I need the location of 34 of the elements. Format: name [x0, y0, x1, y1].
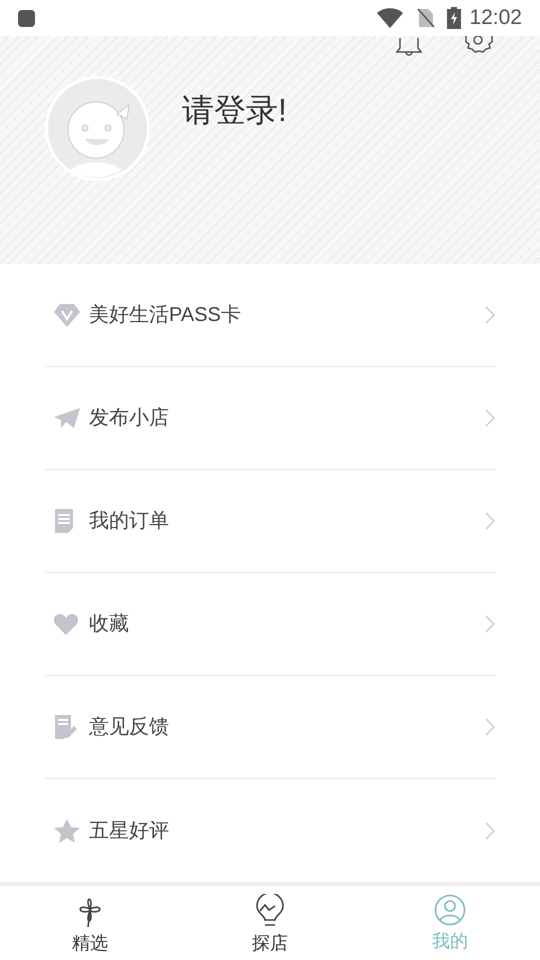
nav-tab[interactable]: 精选	[0, 886, 180, 960]
star-icon	[53, 818, 81, 844]
no-sim-icon	[417, 8, 436, 28]
user-icon	[434, 894, 466, 926]
chevron-right-icon	[485, 409, 495, 427]
login-prompt[interactable]: 请登录!	[182, 86, 287, 134]
menu-item[interactable]: 发布小店	[45, 367, 495, 470]
clock: 12:02	[469, 5, 522, 32]
menu-label: 五星好评	[89, 818, 169, 844]
document-icon	[53, 508, 75, 534]
menu-item[interactable]: 意见反馈	[45, 676, 495, 779]
menu-item[interactable]: 美好生活PASS卡	[45, 264, 495, 367]
chevron-right-icon	[485, 718, 495, 736]
battery-icon	[447, 7, 462, 29]
lightbulb-icon	[254, 894, 286, 928]
heart-icon	[53, 612, 79, 636]
wifi-icon	[377, 8, 404, 28]
nav-tab[interactable]: 探店	[180, 886, 360, 960]
menu-label: 我的订单	[89, 509, 169, 534]
bell-icon[interactable]	[394, 36, 424, 56]
chevron-right-icon	[485, 512, 495, 530]
chevron-right-icon	[485, 615, 495, 633]
menu-item[interactable]: 收藏	[45, 573, 495, 676]
menu-label: 发布小店	[89, 406, 169, 431]
menu-label: 美好生活PASS卡	[89, 303, 241, 328]
edit-document-icon	[53, 714, 79, 740]
menu-label: 收藏	[89, 612, 129, 637]
chevron-right-icon	[485, 822, 495, 840]
paper-plane-icon	[53, 406, 81, 430]
menu-label: 意见反馈	[89, 715, 169, 740]
diamond-icon	[53, 302, 81, 328]
menu-item[interactable]: 我的订单	[45, 470, 495, 573]
chevron-right-icon	[485, 306, 495, 324]
menu-item[interactable]: 五星好评	[45, 779, 495, 882]
